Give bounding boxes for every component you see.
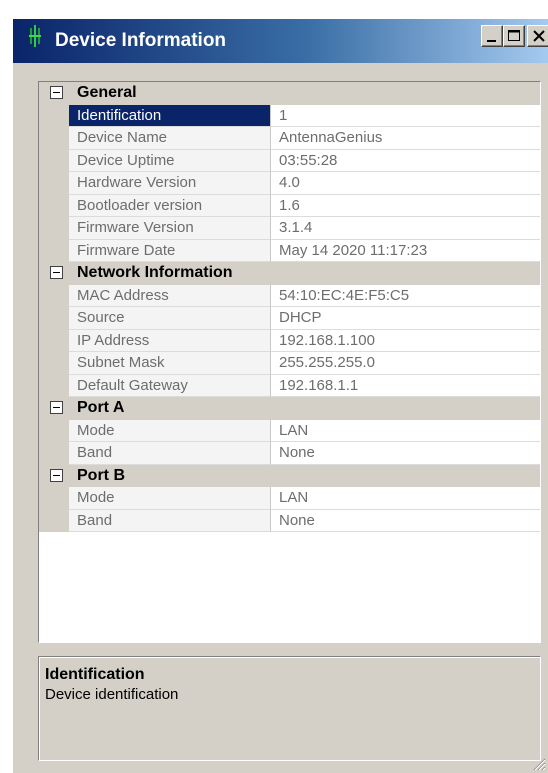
help-title: Identification [45,666,145,683]
minimize-button[interactable] [481,25,503,47]
property-row-bootloader-version[interactable]: Bootloader version 1.6 [39,194,540,217]
collapse-toggle-icon[interactable] [50,86,63,99]
title-bar[interactable]: Device Information [13,19,548,63]
property-row-mac-address[interactable]: MAC Address 54:10:EC:4E:F5:C5 [39,284,540,307]
property-value[interactable]: 1.6 [271,194,540,217]
property-value[interactable]: None [271,442,540,465]
maximize-icon [508,30,520,41]
property-row-port-b-band[interactable]: Band None [39,509,540,532]
property-value[interactable]: AntennaGenius [271,127,540,150]
row-gutter [39,374,69,397]
property-value[interactable]: 1 [271,104,540,127]
property-row-firmware-version[interactable]: Firmware Version 3.1.4 [39,217,540,240]
property-name[interactable]: Source [69,307,271,330]
help-panel: Identification Device identification [38,656,541,761]
collapse-toggle-icon[interactable] [50,401,63,414]
row-gutter [39,352,69,375]
property-row-identification[interactable]: Identification 1 [39,104,540,127]
maximize-button[interactable] [503,25,525,47]
property-name[interactable]: Mode [69,487,271,510]
category-label: Network Information [77,264,233,281]
property-name[interactable]: Bootloader version [69,194,271,217]
property-value[interactable]: DHCP [271,307,540,330]
property-value[interactable]: 192.168.1.1 [271,374,540,397]
property-name[interactable]: MAC Address [69,284,271,307]
row-gutter [39,239,69,262]
property-row-port-b-mode[interactable]: Mode LAN [39,487,540,510]
row-gutter [39,509,69,532]
property-row-device-uptime[interactable]: Device Uptime 03:55:28 [39,149,540,172]
minimize-icon [487,40,496,42]
property-name[interactable]: Default Gateway [69,374,271,397]
help-description: Device identification [45,686,179,703]
category-network-information[interactable]: Network Information [39,262,540,285]
property-name[interactable]: Band [69,509,271,532]
property-value[interactable]: 3.1.4 [271,217,540,240]
row-gutter [39,442,69,465]
category-general[interactable]: General [39,82,540,105]
collapse-toggle-icon[interactable] [50,266,63,279]
property-value[interactable]: 255.255.255.0 [271,352,540,375]
resize-grip-icon[interactable] [530,755,546,771]
property-value[interactable]: LAN [271,419,540,442]
property-value[interactable]: None [271,509,540,532]
property-value[interactable]: May 14 2020 11:17:23 [271,239,540,262]
row-gutter [39,149,69,172]
category-label: General [77,84,137,101]
property-name[interactable]: Hardware Version [69,172,271,195]
row-gutter [39,127,69,150]
row-gutter [39,172,69,195]
property-name[interactable]: Firmware Date [69,239,271,262]
row-gutter [39,307,69,330]
property-name[interactable]: Device Name [69,127,271,150]
property-value[interactable]: 192.168.1.100 [271,329,540,352]
property-name[interactable]: IP Address [69,329,271,352]
property-row-source[interactable]: Source DHCP [39,307,540,330]
property-row-subnet-mask[interactable]: Subnet Mask 255.255.255.0 [39,352,540,375]
row-gutter [39,419,69,442]
property-row-hardware-version[interactable]: Hardware Version 4.0 [39,172,540,195]
property-name[interactable]: Firmware Version [69,217,271,240]
collapse-toggle-icon[interactable] [50,468,63,482]
close-icon [533,30,545,42]
property-grid[interactable]: General Identification 1 Device Name Ant… [38,81,541,643]
row-gutter [39,284,69,307]
property-name[interactable]: Identification [69,104,271,127]
app-icon [29,25,41,47]
property-value[interactable]: 03:55:28 [271,149,540,172]
category-port-a[interactable]: Port A [39,397,540,420]
property-row-device-name[interactable]: Device Name AntennaGenius [39,127,540,150]
property-row-ip-address[interactable]: IP Address 192.168.1.100 [39,329,540,352]
property-row-port-a-band[interactable]: Band None [39,442,540,465]
row-gutter [39,104,69,127]
row-gutter [39,487,69,510]
close-button[interactable] [527,25,548,47]
property-name[interactable]: Mode [69,419,271,442]
property-name[interactable]: Device Uptime [69,149,271,172]
property-value[interactable]: 4.0 [271,172,540,195]
window-title: Device Information [55,30,227,51]
row-gutter [39,217,69,240]
category-label: Port B [77,466,125,484]
property-row-firmware-date[interactable]: Firmware Date May 14 2020 11:17:23 [39,239,540,262]
category-label: Port A [77,399,125,416]
row-gutter [39,194,69,217]
property-row-port-a-mode[interactable]: Mode LAN [39,419,540,442]
row-gutter [39,329,69,352]
property-value[interactable]: 54:10:EC:4E:F5:C5 [271,284,540,307]
device-information-window: Device Information General Identificatio… [12,18,548,773]
property-name[interactable]: Band [69,442,271,465]
property-row-default-gateway[interactable]: Default Gateway 192.168.1.1 [39,374,540,397]
category-port-b[interactable]: Port B [39,464,540,487]
property-name[interactable]: Subnet Mask [69,352,271,375]
property-value[interactable]: LAN [271,487,540,510]
